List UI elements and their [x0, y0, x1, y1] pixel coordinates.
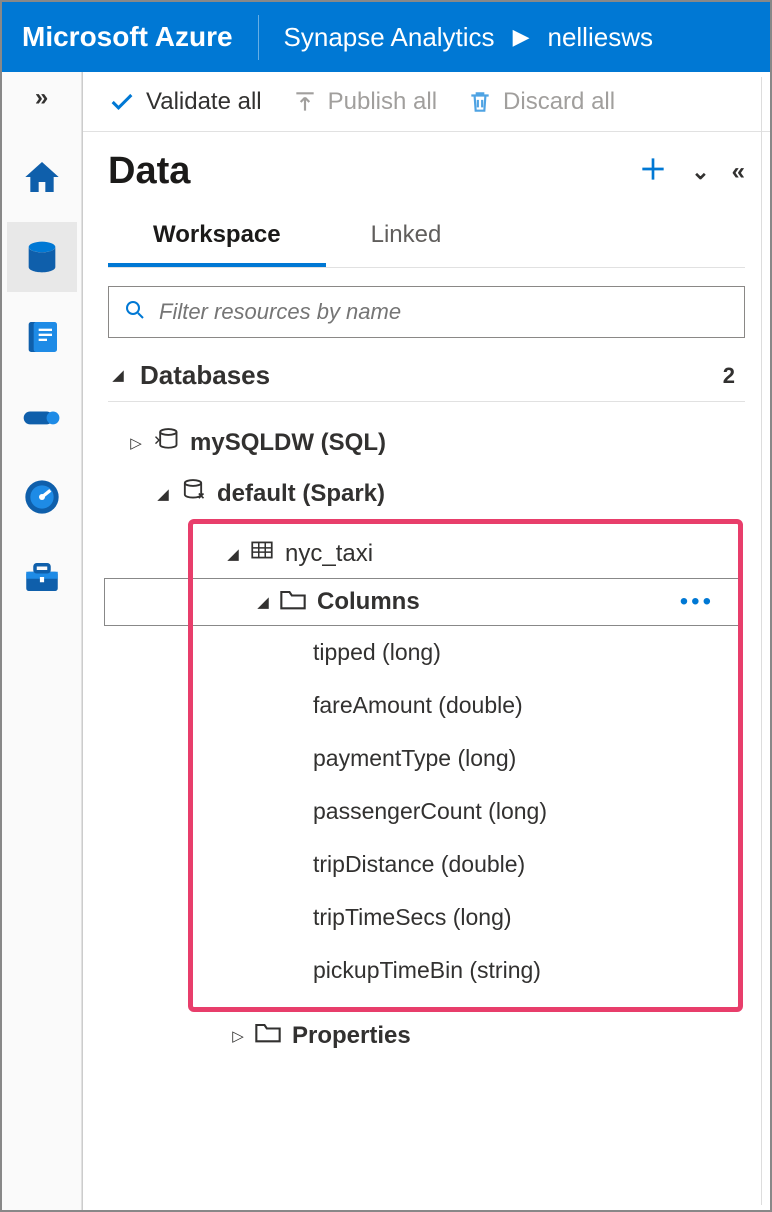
notebook-icon	[22, 317, 62, 357]
breadcrumb: Synapse Analytics ▶ nelliesws	[284, 22, 653, 53]
pipeline-icon	[20, 395, 64, 439]
home-icon	[22, 157, 62, 197]
caret-down-icon	[108, 366, 128, 385]
scrollbar-divider	[761, 77, 762, 1205]
caret-down-icon	[223, 545, 243, 563]
folder-icon	[279, 587, 307, 618]
table-icon	[249, 537, 275, 570]
db-node-sqldw[interactable]: mySQLDW (SQL)	[108, 417, 745, 468]
content-area: Validate all Publish all Discard all Dat…	[82, 72, 770, 1210]
publish-all-button[interactable]: Publish all	[292, 88, 437, 116]
database-tree: mySQLDW (SQL) default (Spark) nyc_taxi	[108, 417, 745, 1051]
databases-count: 2	[723, 363, 745, 389]
columns-label: Columns	[317, 588, 420, 616]
caret-right-icon	[228, 1027, 248, 1045]
azure-header: Microsoft Azure Synapse Analytics ▶ nell…	[2, 2, 770, 72]
discard-all-button[interactable]: Discard all	[467, 88, 615, 116]
properties-folder[interactable]: Properties	[228, 1012, 745, 1051]
header-divider	[258, 15, 259, 60]
validate-all-button[interactable]: Validate all	[108, 88, 262, 116]
validate-label: Validate all	[146, 88, 262, 116]
folder-icon	[254, 1020, 282, 1051]
chevron-right-icon: ▶	[513, 24, 530, 50]
panel-header: Data ⌄ «	[108, 150, 745, 193]
tab-workspace[interactable]: Workspace	[108, 211, 326, 267]
check-icon	[108, 88, 136, 116]
add-button[interactable]	[637, 153, 669, 190]
db-spark-label: default (Spark)	[217, 480, 385, 508]
tab-linked[interactable]: Linked	[326, 211, 487, 267]
data-tabs: Workspace Linked	[108, 211, 745, 268]
filter-box[interactable]	[108, 286, 745, 338]
column-item[interactable]: tripTimeSecs (long)	[193, 891, 738, 944]
caret-right-icon	[126, 434, 146, 452]
db-node-spark[interactable]: default (Spark)	[108, 468, 745, 519]
action-toolbar: Validate all Publish all Discard all	[83, 72, 770, 132]
trash-icon	[467, 89, 493, 115]
breadcrumb-service[interactable]: Synapse Analytics	[284, 22, 495, 53]
highlighted-table-region: nyc_taxi Columns ••• tipped (long) fareA…	[188, 519, 743, 1012]
column-item[interactable]: paymentType (long)	[193, 732, 738, 785]
publish-label: Publish all	[328, 88, 437, 116]
panel-title: Data	[108, 150, 190, 193]
column-item[interactable]: tripDistance (double)	[193, 838, 738, 891]
breadcrumb-workspace[interactable]: nelliesws	[547, 22, 653, 53]
filter-input[interactable]	[159, 299, 730, 325]
upload-icon	[292, 89, 318, 115]
caret-down-icon	[153, 485, 173, 503]
discard-label: Discard all	[503, 88, 615, 116]
columns-folder[interactable]: Columns •••	[193, 578, 738, 626]
column-item[interactable]: fareAmount (double)	[193, 679, 738, 732]
nav-data[interactable]	[7, 222, 77, 292]
column-item[interactable]: passengerCount (long)	[193, 785, 738, 838]
left-nav: »	[2, 72, 82, 1210]
nav-integrate[interactable]	[7, 382, 77, 452]
more-actions-icon[interactable]: •••	[680, 588, 714, 616]
properties-label: Properties	[292, 1022, 411, 1050]
column-item[interactable]: pickupTimeBin (string)	[193, 944, 738, 997]
nav-manage[interactable]	[7, 542, 77, 612]
column-item[interactable]: tipped (long)	[193, 626, 738, 679]
databases-section-header[interactable]: Databases 2	[108, 360, 745, 402]
collapse-panel-icon[interactable]: «	[732, 158, 745, 186]
spark-db-icon	[179, 476, 207, 511]
panel-actions: ⌄ «	[637, 153, 745, 190]
collapse-nav-icon[interactable]: »	[35, 84, 48, 112]
toolbox-icon	[21, 556, 63, 598]
nav-develop[interactable]	[7, 302, 77, 372]
caret-down-icon	[253, 593, 273, 611]
databases-label: Databases	[140, 360, 270, 391]
expand-icon[interactable]: ⌄	[691, 159, 709, 185]
nav-home[interactable]	[7, 142, 77, 212]
search-icon	[123, 298, 147, 327]
table-node-nyctaxi[interactable]: nyc_taxi	[193, 529, 738, 578]
table-label: nyc_taxi	[285, 540, 373, 568]
database-icon	[22, 237, 62, 277]
nav-monitor[interactable]	[7, 462, 77, 532]
db-sqldw-label: mySQLDW (SQL)	[190, 429, 386, 457]
product-name[interactable]: Microsoft Azure	[22, 21, 233, 53]
gauge-icon	[22, 477, 62, 517]
sql-db-icon	[152, 425, 180, 460]
